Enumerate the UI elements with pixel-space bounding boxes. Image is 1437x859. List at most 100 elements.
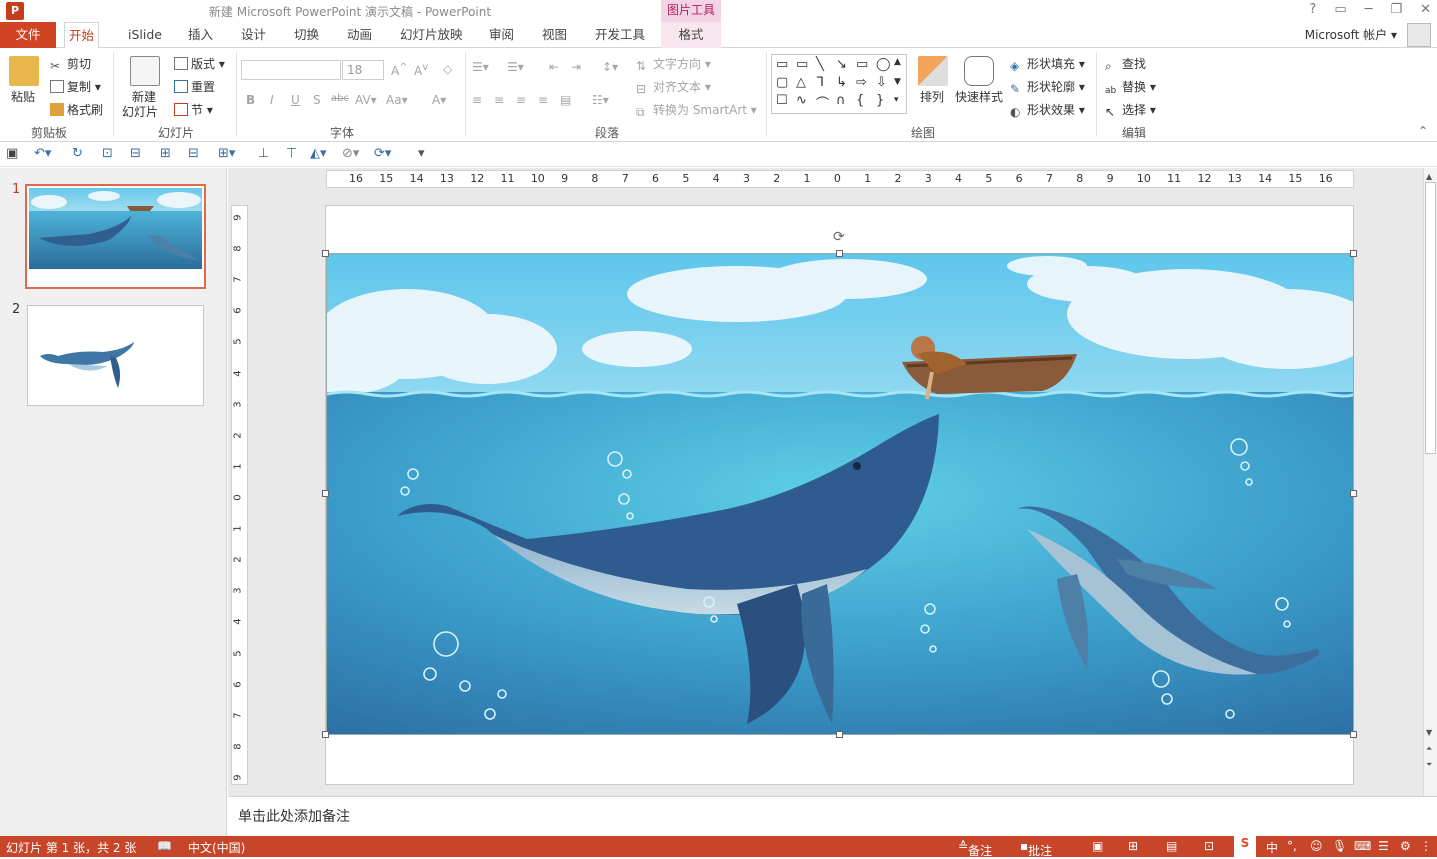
change-case-icon[interactable]: Aa▾ [386,93,408,107]
left-brace-shape-icon[interactable]: { [856,93,864,108]
select-button[interactable]: ↖ 选择 ▾ [1105,101,1156,119]
resize-handle-bottom[interactable] [836,731,843,738]
rotate-handle-icon[interactable]: ⟳ [833,229,845,245]
vertical-textbox-shape-icon[interactable]: ▭ [796,57,808,72]
replace-button[interactable]: ab 替换 ▾ [1105,78,1156,99]
strikethrough-icon[interactable]: abc [331,93,349,104]
font-name-select[interactable] [241,60,341,80]
tab-view[interactable]: 视图 [538,22,571,48]
ribbon-display-options-icon[interactable]: ▭ [1334,2,1346,17]
avatar[interactable] [1407,23,1431,47]
notes-pane[interactable]: 单击此处添加备注 [228,796,1437,836]
italic-icon[interactable]: I [270,93,274,107]
slide-thumbnail-1[interactable] [25,184,206,289]
scroll-up-icon[interactable]: ▲ [1426,172,1432,181]
character-spacing-icon[interactable]: AV▾ [355,93,377,107]
tab-review[interactable]: 审阅 [485,22,518,48]
font-size-select[interactable]: 18 [342,60,384,80]
reset-button[interactable]: 重置 [174,78,215,95]
qat-tool-icon[interactable]: ◭▾ [310,146,327,161]
distribute-icon[interactable]: ▤ [560,93,571,107]
resize-handle-left[interactable] [322,490,329,497]
close-icon[interactable]: ✕ [1420,2,1431,17]
language-status[interactable]: 中文(中国) [188,839,245,856]
notes-placeholder[interactable]: 单击此处添加备注 [238,806,350,826]
textbox-shape-icon[interactable]: ▭ [776,57,788,72]
ime-skin-icon[interactable]: ☰ [1378,839,1389,853]
elbow-connector-shape-icon[interactable]: ᒣ [816,75,824,90]
slide-thumbnail-2[interactable] [27,305,204,406]
cut-button[interactable]: ✂ 剪切 [50,55,91,73]
resize-handle-right[interactable] [1350,490,1357,497]
new-slide-button-line2[interactable]: 幻灯片 [122,103,158,120]
collapse-ribbon-icon[interactable]: ⌃ [1418,124,1428,138]
qat-tool-icon[interactable]: ⟳▾ [374,146,391,161]
qat-tool-icon[interactable]: ⊡ [102,146,113,161]
notes-toggle-button[interactable]: ≙ 备注 [958,839,992,858]
increase-indent-icon[interactable]: ⇥ [571,60,581,74]
undo-icon[interactable]: ↶▾ [34,146,51,161]
comments-toggle-button[interactable]: ▪ 批注 [1020,839,1052,858]
selected-picture-whale-scene[interactable] [326,253,1354,735]
resize-handle-top[interactable] [836,250,843,257]
previous-slide-icon[interactable]: ⏶ [1426,744,1432,754]
align-text-button[interactable]: ⊟ 对齐文本 ▾ [636,78,711,96]
ime-punctuation-icon[interactable]: °, [1287,839,1297,853]
tab-developer[interactable]: 开发工具 [591,22,649,48]
increase-font-icon[interactable]: A^ [391,62,408,78]
arc-shape-icon[interactable]: ⌒ [816,93,829,112]
next-slide-icon[interactable]: ⏷ [1426,760,1432,770]
underline-icon[interactable]: U [291,93,300,107]
bullets-icon[interactable]: ☰▾ [472,60,489,74]
tab-format[interactable]: 格式 [661,22,721,48]
save-icon[interactable]: ▣ [6,146,18,161]
paste-button[interactable]: 粘贴 [11,88,35,105]
freeform-shape-icon[interactable]: ☐ [776,93,788,108]
qat-tool-icon[interactable]: ⊟ [188,146,199,161]
rounded-rectangle-shape-icon[interactable]: ▢ [776,75,788,90]
align-right-icon[interactable]: ≡ [516,93,526,107]
right-arrow-shape-icon[interactable]: ⇨ [856,75,867,90]
down-arrow-shape-icon[interactable]: ⇩ [876,75,887,90]
align-left-icon[interactable]: ≡ [472,93,482,107]
slide-sorter-icon[interactable]: ⊞ [1128,839,1138,853]
justify-icon[interactable]: ≡ [538,93,548,107]
oval-shape-icon[interactable]: ◯ [876,57,891,72]
arrow-line-shape-icon[interactable]: ↘ [836,57,847,72]
tab-design[interactable]: 设计 [237,22,270,48]
find-button[interactable]: ⌕ 查找 [1105,55,1146,73]
quick-styles-button[interactable]: 快速样式 [955,88,1003,105]
line-shape-icon[interactable]: ╲ [816,57,824,72]
restore-icon[interactable]: ❐ [1390,2,1402,17]
clear-formatting-icon[interactable]: ◇ [443,62,452,76]
decrease-indent-icon[interactable]: ⇤ [549,60,559,74]
decrease-font-icon[interactable]: Av [414,62,428,78]
tab-home[interactable]: 开始 [64,22,100,49]
align-center-icon[interactable]: ≡ [494,93,504,107]
scroll-thumb[interactable] [1425,182,1436,454]
tab-transitions[interactable]: 切换 [290,22,323,48]
ime-more-icon[interactable]: ⋮ [1420,839,1432,853]
section-button[interactable]: 节 ▾ [174,101,213,118]
resize-handle-top-right[interactable] [1350,250,1357,257]
ime-keyboard-icon[interactable]: ⌨ [1354,839,1371,853]
shape-fill-button[interactable]: ◈ 形状填充 ▾ [1010,55,1085,73]
qat-tool-icon[interactable]: ⊥ [258,146,269,161]
tab-slideshow[interactable]: 幻灯片放映 [396,22,467,48]
help-icon[interactable]: ? [1309,2,1316,17]
qat-tool-icon[interactable]: ⊞ [160,146,171,161]
gallery-more-icon[interactable]: ▾ [894,95,899,105]
customize-qat-icon[interactable]: ▾ [418,146,425,161]
format-painter-button[interactable]: 格式刷 [50,101,103,118]
resize-handle-bottom-right[interactable] [1350,731,1357,738]
vertical-scrollbar[interactable]: ▲ ▼ ⏶ ⏷ [1423,168,1437,796]
reading-view-icon[interactable]: ▤ [1166,839,1177,853]
wave-shape-icon[interactable]: ∩ [836,93,846,108]
gallery-scroll-up-icon[interactable]: ▲ [894,57,901,67]
tab-animations[interactable]: 动画 [343,22,376,48]
line-spacing-icon[interactable]: ↕▾ [602,60,618,74]
shape-effects-button[interactable]: ◐ 形状效果 ▾ [1010,101,1085,119]
arrange-button[interactable]: 排列 [920,88,944,105]
ime-settings-icon[interactable]: ⚙ [1400,839,1411,853]
spellcheck-icon[interactable]: 📖 [157,839,172,853]
